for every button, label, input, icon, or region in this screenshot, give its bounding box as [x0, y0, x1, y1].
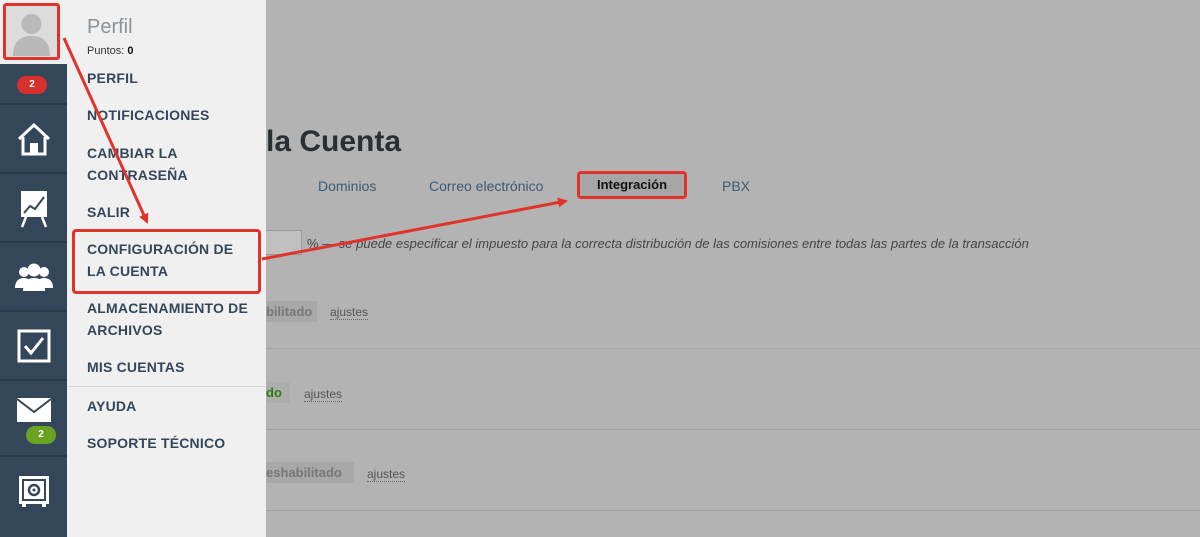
arrow-to-integration-tab: [261, 197, 568, 261]
arrow-to-account-settings: [62, 37, 149, 224]
annotation-arrows: [62, 37, 568, 261]
